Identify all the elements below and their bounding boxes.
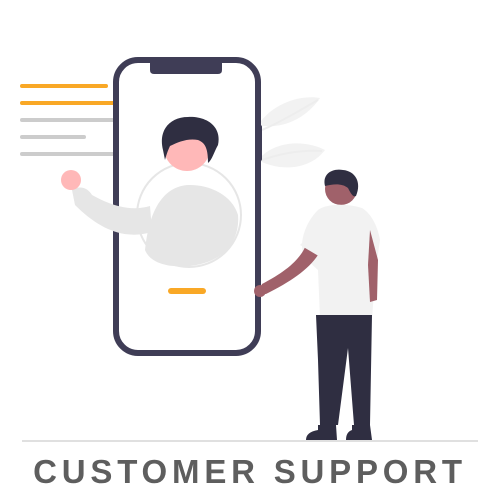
phone-notch (150, 57, 222, 74)
agent-hand (61, 170, 81, 190)
person-hand (254, 285, 266, 297)
leaf-plant-decoration (258, 97, 325, 168)
standing-person (254, 169, 380, 440)
person-shoe-right (346, 425, 372, 440)
person-pants (316, 315, 372, 425)
phone-side-button (256, 125, 262, 161)
customer-support-illustration (20, 57, 478, 442)
person-shoe-left (306, 425, 337, 440)
person-arm (258, 245, 318, 294)
page-title: CUSTOMER SUPPORT (33, 453, 467, 490)
